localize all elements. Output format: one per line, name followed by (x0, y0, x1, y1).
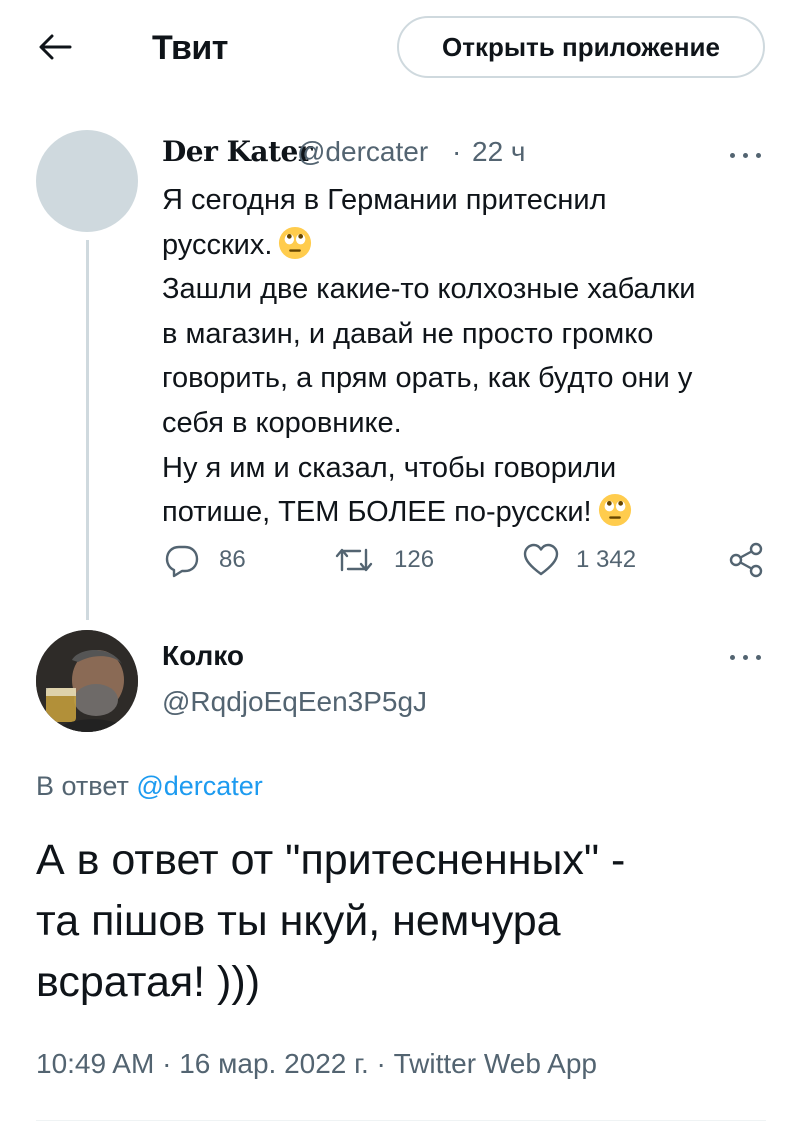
retweet-button[interactable]: 126 (334, 540, 444, 580)
heart-icon (523, 543, 559, 576)
tweet-text-line: русских. (162, 228, 273, 261)
face-with-rolling-eyes-icon (279, 226, 312, 259)
reply-author-name[interactable]: Колко (162, 638, 244, 674)
reply-text-line: всратая! ))) (36, 958, 261, 1006)
like-button[interactable]: 1 342 (522, 540, 652, 580)
author-handle[interactable]: @dercater (297, 132, 428, 172)
divider (36, 1120, 766, 1121)
separator-dot: · (162, 1048, 172, 1079)
reply-button[interactable]: 86 (164, 540, 264, 580)
thread-connector-line (86, 240, 89, 620)
tweet-text: Я сегодня в Германии притеснил русских. … (162, 178, 772, 535)
tweet-text-line: в магазин, и давай не просто громко (162, 317, 654, 350)
retweet-icon (335, 548, 373, 572)
face-with-rolling-eyes-icon (598, 494, 631, 527)
like-count: 1 342 (576, 546, 637, 573)
open-app-button[interactable]: Открыть приложение (397, 16, 765, 78)
reply-icon (165, 545, 199, 578)
tweet-text-line: Зашли две какие-то колхозные хабалки (162, 273, 696, 306)
tweet-text-line: Ну я им и сказал, чтобы говорили (162, 451, 617, 484)
tweet-text-line: Я сегодня в Германии притеснил (162, 184, 607, 216)
tweet-timestamp[interactable]: 22 ч (472, 132, 526, 172)
replying-to-prefix: В ответ (36, 771, 129, 801)
reply-count: 86 (219, 546, 246, 573)
share-button[interactable] (728, 540, 768, 580)
separator-dot: · (376, 1048, 386, 1079)
share-icon (729, 542, 763, 578)
replying-to: В ответ @dercater (36, 768, 263, 804)
avatar[interactable] (36, 630, 138, 732)
arrow-left-icon (39, 34, 72, 60)
author-name[interactable]: Der Kater (162, 132, 313, 172)
reply-date[interactable]: 16 мар. 2022 г. (179, 1048, 369, 1079)
tweet-text-line: потише, ТЕМ БОЛЕЕ по-русски! (162, 496, 592, 529)
tweet-meta: 10:49 AM · 16 мар. 2022 г. · Twitter Web… (36, 1046, 597, 1082)
more-options-button[interactable] (726, 642, 766, 672)
tweet-text-line: себя в коровнике. (162, 406, 402, 439)
avatar-photo-icon (36, 630, 138, 732)
retweet-count: 126 (394, 546, 435, 573)
back-button[interactable] (30, 22, 80, 72)
reply-author-handle[interactable]: @RqdjoEqEen3P5gJ (162, 684, 427, 720)
avatar[interactable] (36, 130, 138, 232)
replying-to-link[interactable]: @dercater (136, 771, 262, 801)
reply-time[interactable]: 10:49 AM (36, 1048, 154, 1079)
separator-dot: · (452, 136, 462, 167)
reply-text-line: та пішов ты нкуй, немчура (36, 897, 561, 945)
tweet-text-line: говорить, а прям орать, как будто они у (162, 362, 693, 395)
reply-text-line: А в ответ от "притесненных" - (36, 836, 626, 884)
more-options-button[interactable] (726, 140, 766, 170)
page-title: Твит (152, 29, 228, 67)
tweet-source[interactable]: Twitter Web App (394, 1048, 597, 1079)
reply-text: А в ответ от "притесненных" - та пішов т… (36, 830, 766, 1013)
